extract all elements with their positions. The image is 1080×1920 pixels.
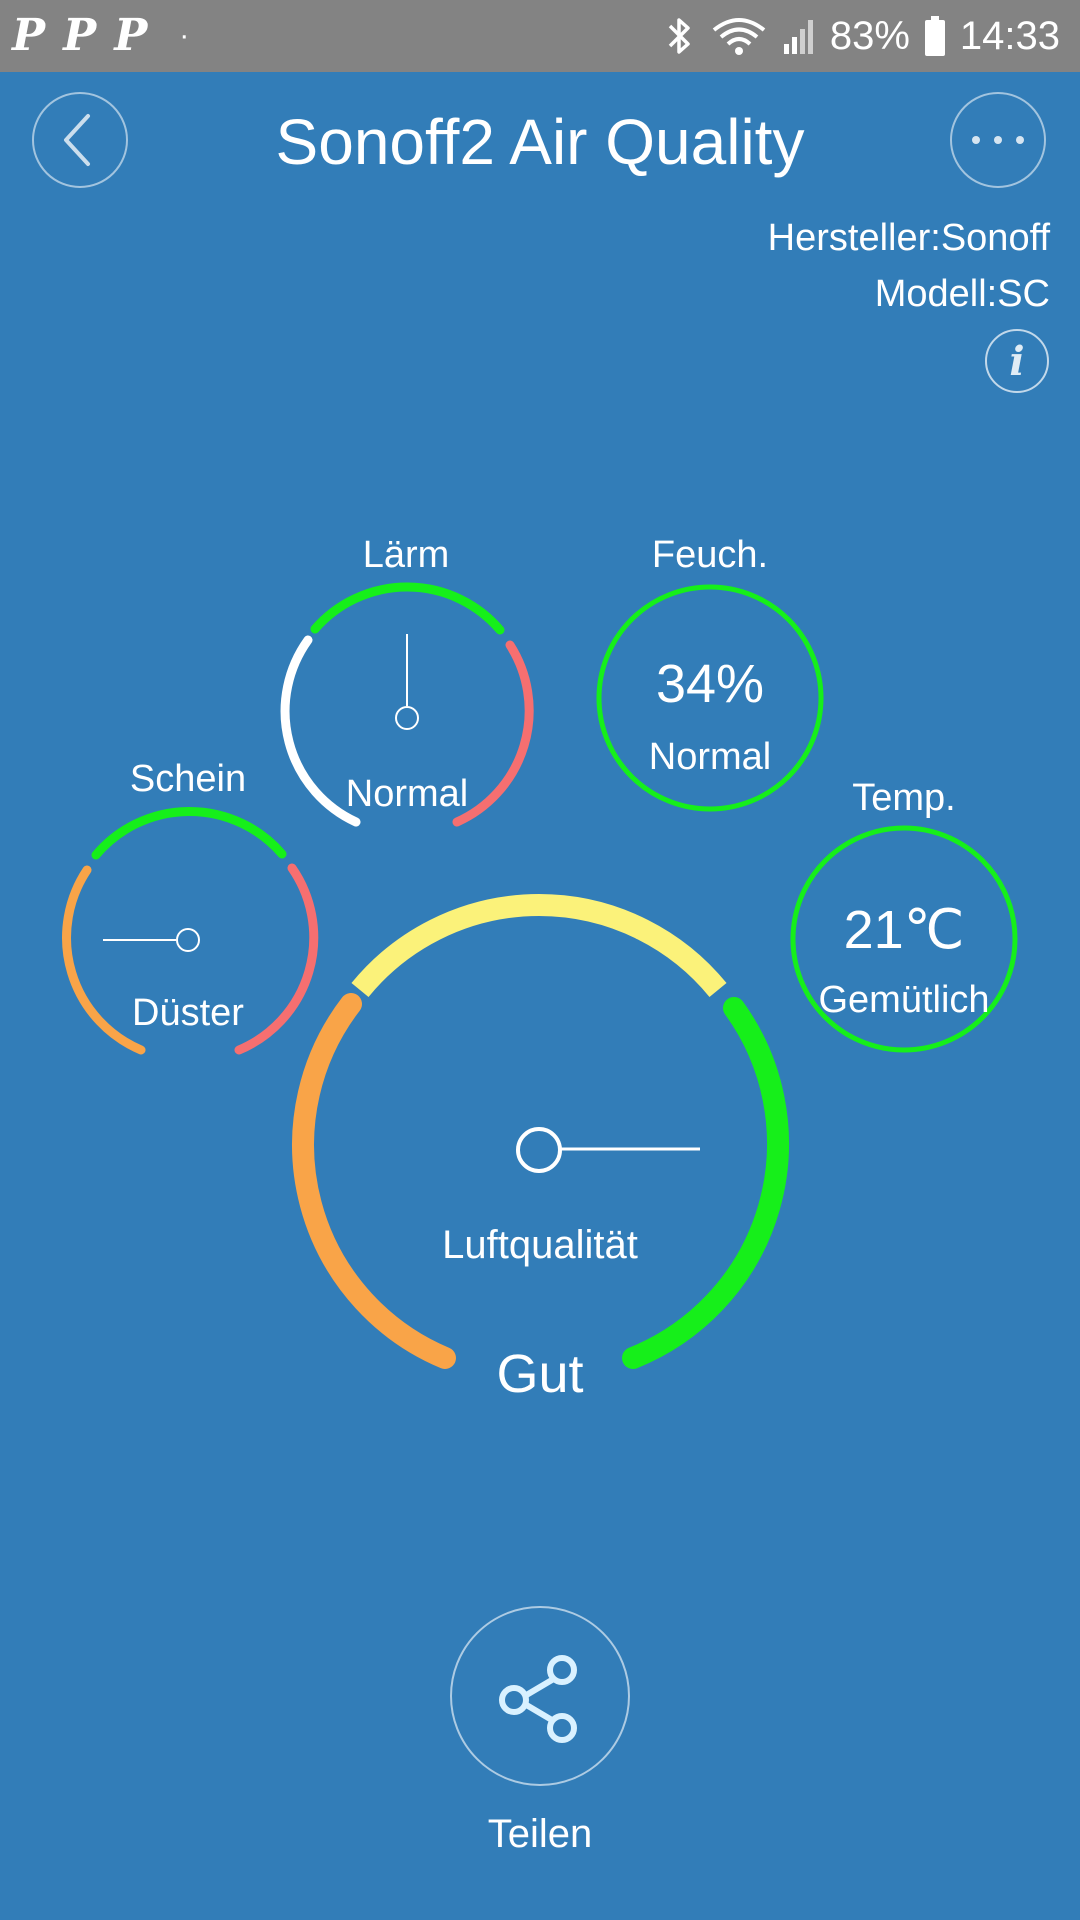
air-quality-arc-poor	[292, 993, 456, 1369]
share-icon	[499, 1655, 577, 1743]
air-quality-arc-good	[622, 997, 789, 1369]
temperature-gauge: Temp. 21℃ Gemütlich	[790, 777, 1018, 1053]
share-label: Teilen	[487, 1812, 593, 1856]
noise-label: Lärm	[363, 534, 450, 576]
air-quality-label: Luftqualität	[442, 1223, 638, 1267]
light-label: Schein	[130, 758, 246, 800]
air-quality-needle-pivot	[516, 1127, 562, 1173]
light-status: Düster	[132, 992, 244, 1034]
air-quality-gauge: Luftqualität Gut	[292, 894, 789, 1404]
light-arc-bright	[234, 863, 319, 1055]
temperature-label: Temp.	[852, 777, 955, 819]
humidity-status: Normal	[649, 736, 771, 778]
light-arc-dark	[62, 865, 146, 1055]
air-quality-arc-moderate	[351, 894, 727, 997]
share-button[interactable]	[450, 1606, 630, 1786]
humidity-gauge: Feuch. 34% Normal	[596, 534, 824, 812]
light-gauge: Schein Düster	[62, 758, 319, 1055]
noise-needle-pivot	[395, 706, 419, 730]
humidity-value: 34%	[656, 654, 764, 714]
humidity-label: Feuch.	[652, 534, 768, 576]
temperature-value: 21℃	[844, 900, 965, 960]
temperature-status: Gemütlich	[818, 979, 989, 1021]
light-needle-pivot	[176, 928, 200, 952]
light-arc-normal	[91, 807, 287, 860]
noise-status: Normal	[346, 773, 468, 815]
noise-gauge: Lärm Normal	[280, 534, 534, 827]
noise-arc-normal	[310, 582, 505, 635]
air-quality-status: Gut	[496, 1344, 583, 1404]
